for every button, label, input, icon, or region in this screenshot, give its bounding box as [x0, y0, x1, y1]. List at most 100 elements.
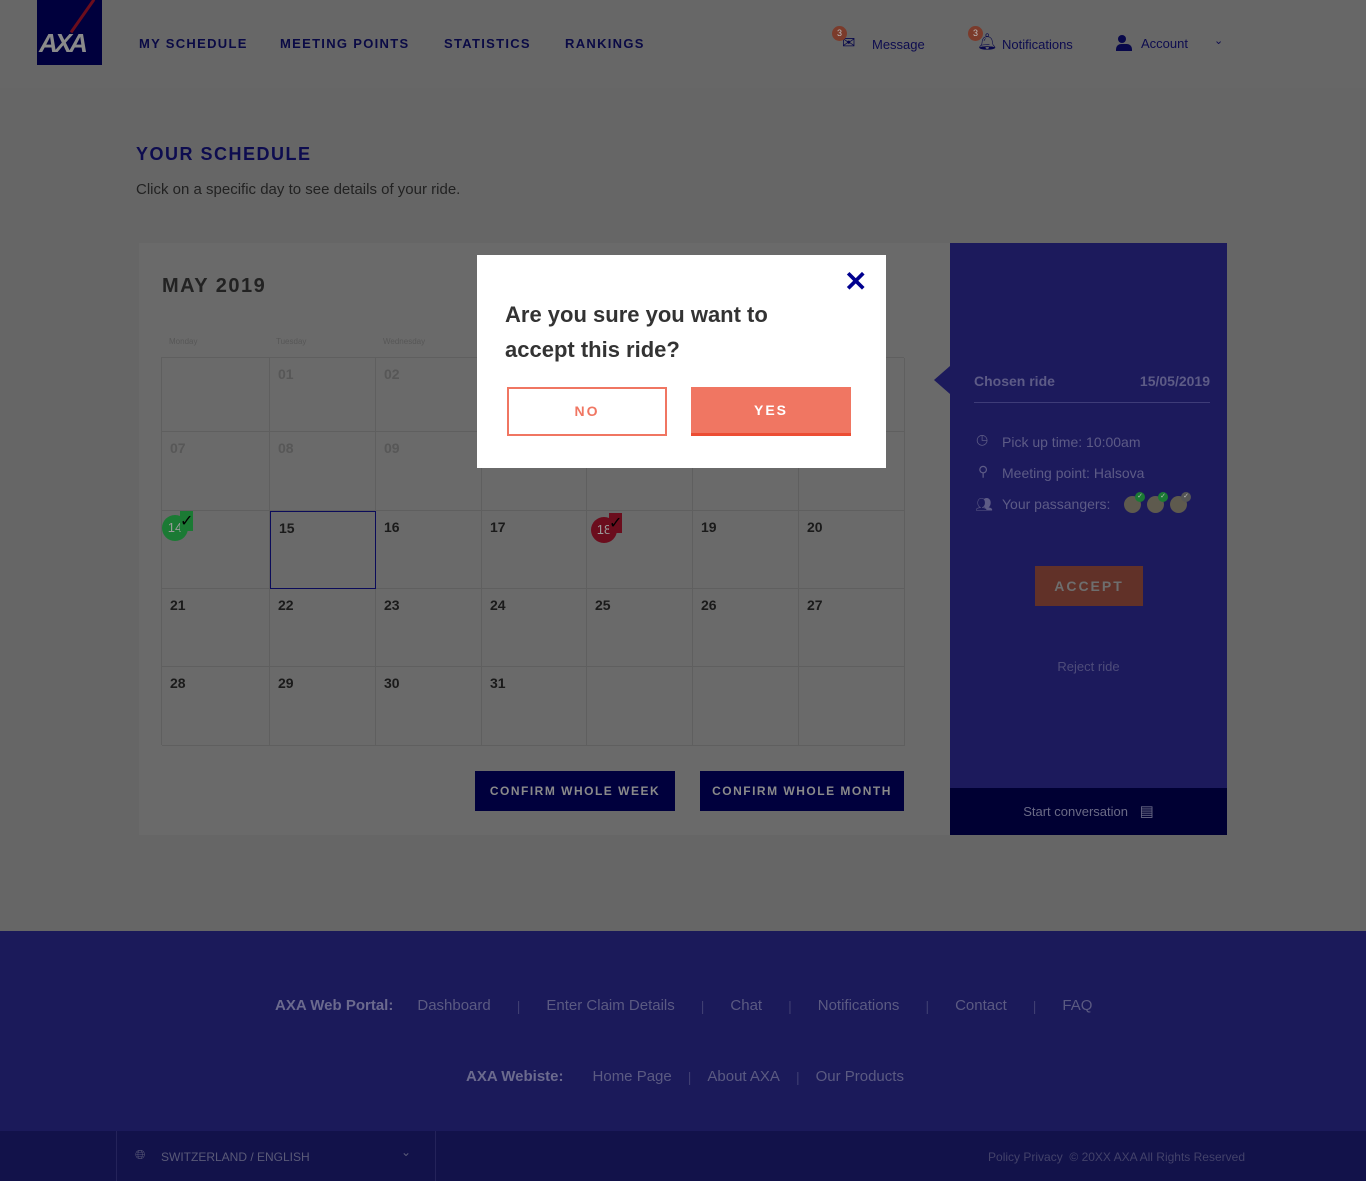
chosen-ride-date: 15/05/2019 — [1139, 373, 1210, 389]
clock-icon: ◷ — [976, 431, 989, 447]
portal-links: AXA Web Portal: Dashboard | Enter Claim D… — [275, 997, 1093, 1014]
day-number: 28 — [170, 675, 186, 691]
account-menu[interactable]: Account ⌄ — [1114, 34, 1229, 56]
footer-link-faq[interactable]: FAQ — [1062, 997, 1092, 1014]
pickup-time: Pick up time: 10:00am — [1002, 434, 1141, 450]
check-icon: ✓ — [609, 513, 623, 533]
calendar-day[interactable]: 09 — [376, 432, 482, 511]
calendar-day[interactable]: 28 — [162, 667, 270, 746]
calendar-day[interactable]: 07 — [162, 432, 270, 511]
location-pin-icon: ⚲ — [978, 463, 989, 479]
website-label: AXA Webiste: — [466, 1068, 564, 1085]
calendar-day[interactable]: 01 — [270, 358, 376, 432]
day-number: 07 — [170, 440, 186, 456]
day-number: 25 — [595, 597, 611, 613]
footer-link-chat[interactable]: Chat — [730, 997, 762, 1014]
nav-my-schedule[interactable]: MY SCHEDULE — [139, 36, 248, 51]
no-button[interactable]: NO — [507, 387, 667, 436]
passengers-icon: 👥︎ — [975, 496, 993, 512]
calendar-day[interactable]: 14 ✓ — [162, 511, 270, 589]
modal-question: Are you sure you want to accept this rid… — [505, 302, 768, 362]
footer-link-dashboard[interactable]: Dashboard — [417, 997, 490, 1014]
logo-text: AXA — [39, 28, 88, 58]
check-icon: ✓ — [1181, 492, 1191, 503]
day-number: 29 — [278, 675, 294, 691]
calendar-day[interactable]: 15 — [270, 511, 376, 589]
start-conversation-label: Start conversation — [1023, 804, 1128, 819]
calendar-day[interactable]: 30 — [376, 667, 482, 746]
day-number: 02 — [384, 366, 400, 382]
confirm-whole-month-button[interactable]: CONFIRM WHOLE MONTH — [700, 771, 904, 811]
calendar-day[interactable]: 26 — [693, 589, 799, 667]
calendar-day[interactable] — [693, 667, 799, 746]
calendar-day[interactable]: 08 — [270, 432, 376, 511]
avatar[interactable]: ✓ — [1170, 492, 1191, 514]
passengers-label: Your passangers: — [1002, 496, 1111, 512]
calendar-day[interactable]: 16 — [376, 511, 482, 589]
axa-logo[interactable]: AXA — [37, 0, 102, 65]
footer-link-contact[interactable]: Contact — [955, 997, 1007, 1014]
calendar-day[interactable]: 29 — [270, 667, 376, 746]
day-number: 24 — [490, 597, 506, 613]
divider — [974, 402, 1210, 403]
calendar-day[interactable]: 25 — [587, 589, 693, 667]
calendar-day[interactable]: 19 — [693, 511, 799, 589]
calendar-day[interactable] — [799, 667, 905, 746]
notifications-badge: 3 — [968, 26, 983, 41]
notifications-label: Notifications — [1002, 37, 1073, 52]
reject-ride-link[interactable]: Reject ride — [950, 659, 1227, 674]
confirm-whole-week-button[interactable]: CONFIRM WHOLE WEEK — [475, 771, 675, 811]
avatar[interactable]: ✓ — [1147, 492, 1168, 514]
day-number: 30 — [384, 675, 400, 691]
start-conversation-button[interactable]: Start conversation ▤ — [950, 788, 1227, 835]
footer-link-enter-claim[interactable]: Enter Claim Details — [546, 997, 674, 1014]
day-number: 09 — [384, 440, 400, 456]
calendar-day[interactable]: 22 — [270, 589, 376, 667]
check-icon: ✓ — [1135, 492, 1145, 503]
check-icon: ✓ — [1158, 492, 1168, 503]
yes-button[interactable]: YES — [691, 387, 851, 436]
calendar-day[interactable]: 17 — [482, 511, 587, 589]
nav-rankings[interactable]: RANKINGS — [565, 36, 645, 51]
accept-button[interactable]: ACCEPT — [1035, 566, 1143, 606]
day-number: 20 — [807, 519, 823, 535]
message-badge: 3 — [832, 26, 847, 41]
calendar-day[interactable]: 20 — [799, 511, 905, 589]
calendar-day[interactable]: 24 — [482, 589, 587, 667]
calendar-day[interactable]: 31 — [482, 667, 587, 746]
calendar-day[interactable]: 21 — [162, 589, 270, 667]
avatar[interactable]: ✓ — [1124, 492, 1145, 514]
locale-selector[interactable]: 🌐︎ SWITZERLAND / ENGLISH ⌄ — [116, 1131, 436, 1181]
footer-link-products[interactable]: Our Products — [816, 1068, 904, 1085]
globe-icon: 🌐︎ — [135, 1147, 146, 1162]
footer-link-about[interactable]: About AXA — [707, 1068, 780, 1085]
bottom-bar: 🌐︎ SWITZERLAND / ENGLISH ⌄ Policy Privac… — [0, 1131, 1366, 1181]
nav-statistics[interactable]: STATISTICS — [444, 36, 531, 51]
day-number: 31 — [490, 675, 506, 691]
portal-label: AXA Web Portal: — [275, 997, 394, 1014]
calendar-day[interactable]: 18 ✓ — [587, 511, 693, 589]
confirm-accept-modal: ✕ Are you sure you want to accept this r… — [477, 255, 886, 468]
calendar-day[interactable] — [587, 667, 693, 746]
website-links: AXA Webiste: Home Page | About AXA | Our P… — [466, 1068, 904, 1085]
calendar-day[interactable]: 02 — [376, 358, 482, 432]
calendar-day[interactable]: 27 — [799, 589, 905, 667]
calendar-day[interactable] — [162, 358, 270, 432]
footer-link-home[interactable]: Home Page — [593, 1068, 672, 1085]
weekday-label: Tuesday — [276, 337, 307, 346]
top-header: AXA MY SCHEDULE MEETING POINTS STATISTIC… — [0, 0, 1366, 88]
chevron-down-icon: ⌄ — [401, 1145, 412, 1159]
close-icon[interactable]: ✕ — [844, 265, 867, 298]
day-number: 17 — [490, 519, 506, 535]
calendar-day[interactable]: 23 — [376, 589, 482, 667]
day-number: 16 — [384, 519, 400, 535]
day-number: 01 — [278, 366, 294, 382]
nav-meeting-points[interactable]: MEETING POINTS — [280, 36, 409, 51]
footer-link-notifications[interactable]: Notifications — [818, 997, 900, 1014]
weekday-label: Wednesday — [383, 337, 426, 346]
day-number: 19 — [701, 519, 717, 535]
day-number: 22 — [278, 597, 294, 613]
page-title: YOUR SCHEDULE — [136, 144, 312, 164]
day-number: 23 — [384, 597, 400, 613]
chat-bubble-icon: ▤ — [1139, 803, 1154, 820]
